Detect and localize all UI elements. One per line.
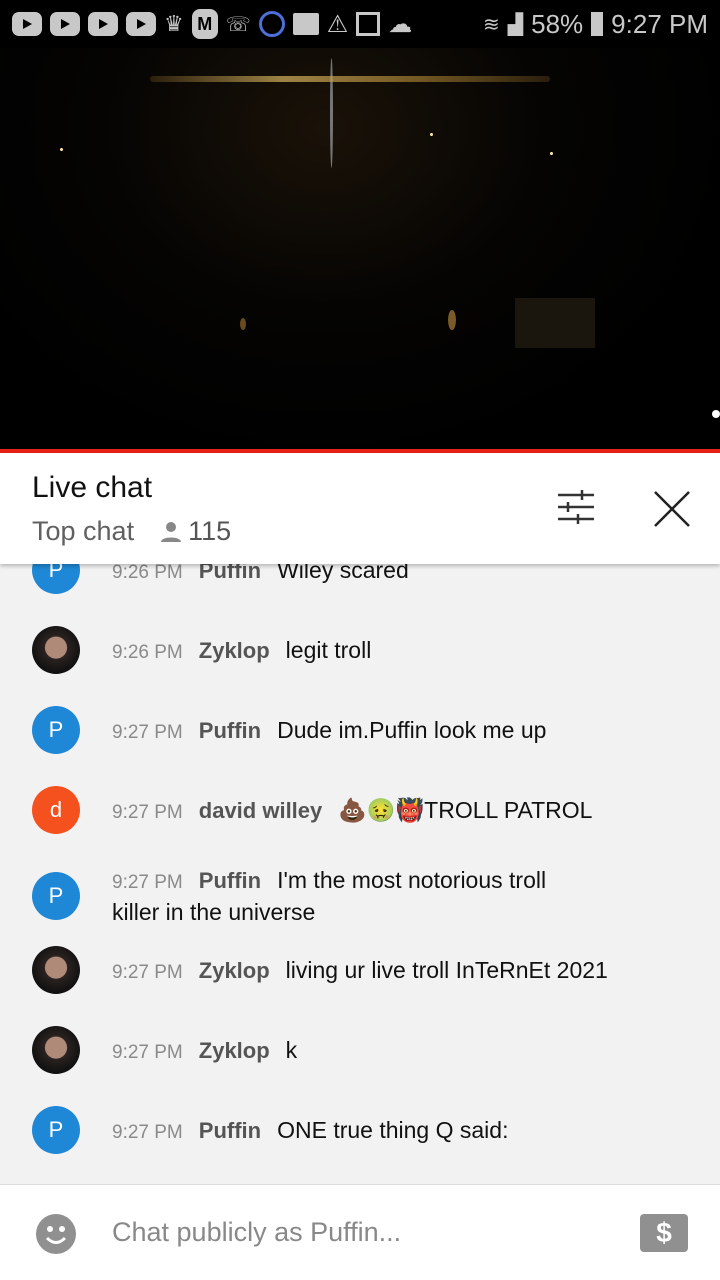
youtube-icon (126, 12, 156, 36)
cloud-icon: ☁ (388, 10, 413, 38)
message-author[interactable]: Puffin (199, 564, 261, 583)
signal-icon: ▟ (507, 13, 524, 36)
message-line: 9:27 PM Puffin Dude im.Puffin look me up (112, 714, 546, 749)
avatar[interactable]: P (32, 706, 80, 754)
message-time: 9:27 PM (112, 1122, 183, 1143)
status-bar: ♛ M ☏ ⚠ ☁ ≋ ▟ 58% 9:27 PM (0, 0, 720, 48)
message-author[interactable]: Puffin (199, 718, 261, 743)
message-author[interactable]: Zyklop (199, 958, 270, 983)
chat-message[interactable]: 9:26 PM Zyklop legit troll (0, 626, 720, 686)
battery-icon (591, 12, 604, 36)
message-author[interactable]: david willey (199, 798, 323, 823)
chat-message[interactable]: P 9:27 PM Puffin I'm the most notorious tro… (0, 866, 720, 926)
avatar[interactable] (32, 626, 80, 674)
clock: 9:27 PM (611, 8, 708, 39)
m-app-icon: M (191, 9, 218, 39)
chat-input-bar: Chat publicly as Puffin... $ (0, 1184, 720, 1280)
message-line: 9:27 PM Puffin I'm the most notorious trol… (112, 864, 546, 899)
avatar[interactable]: P (32, 872, 80, 920)
avatar[interactable]: P (32, 564, 80, 594)
message-line: 9:27 PM Zyklop living ur live troll InTeRn… (112, 954, 608, 989)
message-text: k (285, 1037, 298, 1063)
chat-message[interactable]: P 9:27 PM Puffin ONE true thing Q said: (0, 1106, 720, 1166)
message-line: 9:26 PM Zyklop legit troll (112, 634, 371, 669)
super-chat-icon[interactable]: $ (640, 1214, 688, 1252)
message-text: I'm the most notorious troll (277, 867, 547, 893)
chat-message[interactable]: 9:27 PM Zyklop living ur live troll InTeRn… (0, 946, 720, 1006)
message-text: Dude im.Puffin look me up (277, 717, 547, 743)
message-line: 9:26 PM Puffin Wiley scared (112, 564, 409, 589)
close-icon[interactable] (652, 489, 692, 529)
viewer-count-value: 115 (188, 516, 232, 546)
wifi-icon: ≋ (482, 13, 500, 36)
avatar[interactable] (32, 1026, 80, 1074)
pokeball-icon (258, 11, 285, 37)
message-time: 9:27 PM (112, 872, 183, 893)
chat-mode-label: Top chat (32, 516, 135, 546)
chat-message[interactable]: P 9:26 PM Puffin Wiley scared (0, 564, 720, 606)
image-icon (356, 12, 381, 36)
folder-icon (292, 13, 319, 35)
message-author[interactable]: Zyklop (199, 1038, 270, 1063)
emoji-icon[interactable] (36, 1214, 76, 1254)
message-text: legit troll (285, 637, 372, 663)
chat-input[interactable]: Chat publicly as Puffin... (112, 1217, 401, 1248)
avatar[interactable] (32, 946, 80, 994)
message-text: ONE true thing Q said: (277, 1117, 509, 1143)
message-time: 9:26 PM (112, 642, 183, 663)
video-player[interactable] (0, 48, 720, 450)
chat-message-list[interactable]: P 9:26 PM Puffin Wiley scared 9:26 PM Zyklop l… (0, 564, 720, 1184)
message-text: Wiley scared (277, 564, 409, 583)
chat-message[interactable]: d 9:27 PM david willey 💩🤢👹TROLL PATROL (0, 786, 720, 846)
chat-message[interactable]: P 9:27 PM Puffin Dude im.Puffin look me up (0, 706, 720, 766)
battery-percent: 58% (531, 8, 584, 39)
message-author[interactable]: Zyklop (199, 638, 270, 663)
avatar[interactable]: d (32, 786, 80, 834)
chat-mode-selector[interactable]: Top chat 115 (32, 516, 231, 547)
viewer-count: 115 (160, 516, 231, 547)
youtube-icon (12, 12, 42, 36)
youtube-icon (50, 12, 80, 36)
message-text: living ur live troll InTeRnEt 2021 (285, 957, 608, 983)
person-icon (161, 521, 182, 542)
message-line: 9:27 PM Puffin ONE true thing Q said: (112, 1114, 508, 1149)
avatar[interactable]: P (32, 1106, 80, 1154)
warning-icon: ⚠ (326, 10, 349, 38)
message-time: 9:27 PM (112, 1042, 183, 1063)
message-author[interactable]: Puffin (199, 1118, 261, 1143)
message-author[interactable]: Puffin (199, 868, 261, 893)
message-time: 9:27 PM (112, 962, 183, 983)
message-line: 9:27 PM Zyklop k (112, 1034, 297, 1069)
message-time: 9:27 PM (112, 802, 183, 823)
message-time: 9:27 PM (112, 722, 183, 743)
filter-settings-icon[interactable] (556, 489, 596, 525)
message-time: 9:26 PM (112, 564, 183, 583)
crown-icon: ♛ (164, 11, 184, 36)
missed-call-icon: ☏ (225, 13, 251, 36)
message-line: 9:27 PM david willey 💩🤢👹TROLL PATROL (112, 794, 592, 829)
message-text: 💩🤢👹TROLL PATROL (338, 797, 593, 823)
message-text-continued: killer in the universe (112, 899, 316, 925)
chat-header: Live chat Top chat 115 (0, 453, 720, 564)
chat-title: Live chat (32, 471, 153, 504)
chat-message[interactable]: 9:27 PM Zyklop k (0, 1026, 720, 1086)
youtube-icon (88, 12, 118, 36)
